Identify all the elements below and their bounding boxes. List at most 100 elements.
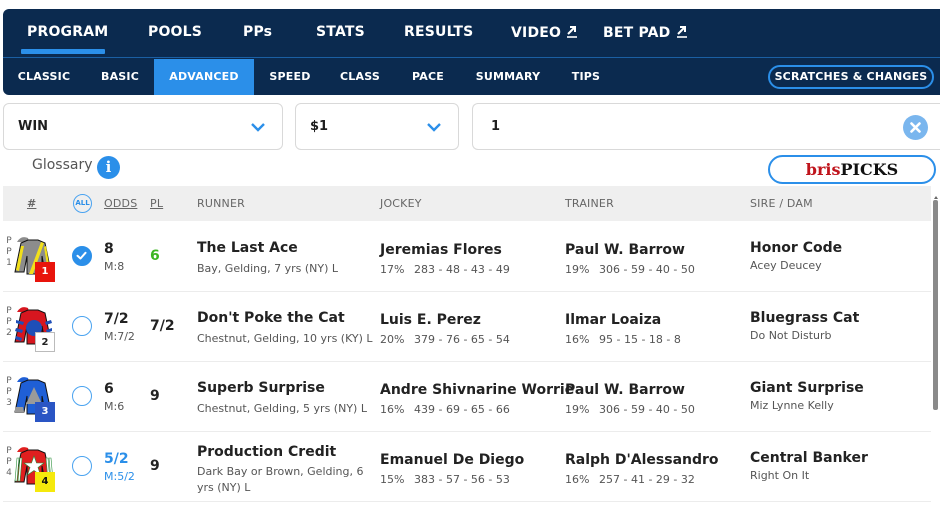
table-header: # ALL ODDS PL RUNNER JOCKEY TRAINER SIRE… xyxy=(3,186,931,221)
subtab-advanced[interactable]: ADVANCED xyxy=(154,59,254,95)
table-row: PP2 2 7/2 M:7/2 7/2 Don't Poke the Cat C… xyxy=(3,292,931,362)
trainer-stats: 16% 95 - 15 - 18 - 8 xyxy=(565,333,681,346)
jockey-record: 379 - 76 - 65 - 54 xyxy=(414,333,510,346)
jockey-name[interactable]: Emanuel De Diego xyxy=(380,452,524,468)
jockey-stats: 15% 383 - 57 - 56 - 53 xyxy=(380,473,510,486)
trainer-win-pct: 16% xyxy=(565,333,590,346)
dam-name: Do Not Disturb xyxy=(750,329,832,342)
trainer-record: 306 - 59 - 40 - 50 xyxy=(599,403,695,416)
trainer-name[interactable]: Paul W. Barrow xyxy=(565,242,685,258)
header-runner: RUNNER xyxy=(197,197,245,210)
selection-input[interactable]: 1 xyxy=(472,103,940,150)
brispicks-bris-text: bris xyxy=(805,160,841,179)
scratches-changes-button[interactable]: SCRATCHES & CHANGES xyxy=(768,65,934,89)
runner-description: Dark Bay or Brown, Gelding, 6 yrs (NY) L xyxy=(197,465,364,494)
active-tab-indicator xyxy=(21,49,105,54)
runner-name[interactable]: The Last Ace xyxy=(197,240,298,256)
scrollbar[interactable] xyxy=(933,200,938,410)
runner-name[interactable]: Production Credit xyxy=(197,444,336,460)
glossary-link[interactable]: Glossary xyxy=(32,157,93,173)
runner-description: Chestnut, Gelding, 10 yrs (KY) L xyxy=(197,332,373,345)
trainer-win-pct: 16% xyxy=(565,473,590,486)
header-jockey: JOCKEY xyxy=(380,197,422,210)
bet-amount-select[interactable]: $1 xyxy=(295,103,459,150)
morning-line-odds: M:5/2 xyxy=(104,470,135,483)
runner-select-radio[interactable] xyxy=(72,246,92,266)
jockey-name[interactable]: Andre Shivnarine Worrie xyxy=(380,382,574,398)
bet-type-value: WIN xyxy=(18,119,49,134)
tab-pps[interactable]: PPs xyxy=(243,24,272,40)
runner-select-radio[interactable] xyxy=(72,316,92,336)
program-number-saddlecloth: 4 xyxy=(35,472,55,492)
trainer-record: 257 - 41 - 29 - 32 xyxy=(599,473,695,486)
morning-line-odds: M:6 xyxy=(104,400,125,413)
program-number-saddlecloth: 2 xyxy=(35,332,55,352)
subtab-basic[interactable]: BASIC xyxy=(90,59,150,95)
subtab-tips[interactable]: TIPS xyxy=(566,59,606,95)
tab-program[interactable]: PROGRAM xyxy=(27,24,108,40)
subtab-speed[interactable]: SPEED xyxy=(261,59,319,95)
tab-results[interactable]: RESULTS xyxy=(404,24,473,40)
checkmark-icon xyxy=(76,251,87,260)
sire-name: Central Banker xyxy=(750,450,868,466)
current-odds: 7/2 xyxy=(104,311,129,327)
subtab-pace[interactable]: PACE xyxy=(403,59,453,95)
table-row: PP3 3 6 M:6 9 Superb Surprise Chestnut, … xyxy=(3,362,931,432)
current-odds: 5/2 xyxy=(104,451,129,467)
subtab-classic[interactable]: CLASSIC xyxy=(9,59,79,95)
header-odds[interactable]: ODDS xyxy=(104,197,137,210)
header-pl[interactable]: PL xyxy=(150,197,163,210)
trainer-win-pct: 19% xyxy=(565,263,590,276)
trainer-name[interactable]: Paul W. Barrow xyxy=(565,382,685,398)
selection-value: 1 xyxy=(491,119,501,134)
header-sire-dam: SIRE / DAM xyxy=(750,197,813,210)
runner-select-radio[interactable] xyxy=(72,456,92,476)
scroll-up-arrow[interactable] xyxy=(934,196,938,199)
trainer-name[interactable]: Ilmar Loaiza xyxy=(565,312,661,328)
runner-description: Chestnut, Gelding, 5 yrs (NY) L xyxy=(197,402,367,415)
sire-name: Honor Code xyxy=(750,240,843,256)
morning-line-odds: M:7/2 xyxy=(104,330,135,343)
external-link-icon xyxy=(565,24,579,38)
clear-selection-button[interactable] xyxy=(903,115,928,140)
jockey-name[interactable]: Luis E. Perez xyxy=(380,312,481,328)
runner-select-radio[interactable] xyxy=(72,386,92,406)
tab-pools[interactable]: POOLS xyxy=(148,24,202,40)
jockey-name[interactable]: Jeremias Flores xyxy=(380,242,502,258)
jockey-win-pct: 16% xyxy=(380,403,405,416)
probable-odds: 9 xyxy=(150,458,160,474)
dam-name: Acey Deucey xyxy=(750,259,822,272)
jockey-win-pct: 17% xyxy=(380,263,405,276)
close-icon xyxy=(910,122,921,133)
bet-amount-value: $1 xyxy=(310,119,329,134)
bet-type-select[interactable]: WIN xyxy=(3,103,283,150)
subtab-summary[interactable]: SUMMARY xyxy=(473,59,543,95)
tab-stats[interactable]: STATS xyxy=(316,24,365,40)
brispicks-button[interactable]: brisPICKS xyxy=(768,155,936,184)
dam-name: Right On It xyxy=(750,469,810,482)
current-odds: 6 xyxy=(104,381,114,397)
tab-video[interactable]: VIDEO xyxy=(511,24,579,41)
secondary-nav: CLASSIC BASIC ADVANCED SPEED CLASS PACE … xyxy=(3,59,940,95)
runner-name[interactable]: Superb Surprise xyxy=(197,380,325,396)
runner-name[interactable]: Don't Poke the Cat xyxy=(197,310,345,326)
external-link-icon xyxy=(675,24,689,38)
program-number-saddlecloth: 3 xyxy=(35,402,55,422)
chevron-down-icon xyxy=(251,123,265,132)
trainer-record: 306 - 59 - 40 - 50 xyxy=(599,263,695,276)
tab-bet-pad[interactable]: BET PAD xyxy=(603,24,689,41)
trainer-win-pct: 19% xyxy=(565,403,590,416)
table-row: PP1 1 8 M:8 6 The Last Ace Bay, Gelding,… xyxy=(3,222,931,292)
header-number[interactable]: # xyxy=(27,197,36,210)
dam-name: Miz Lynne Kelly xyxy=(750,399,834,412)
trainer-stats: 19% 306 - 59 - 40 - 50 xyxy=(565,403,695,416)
info-icon[interactable]: i xyxy=(97,156,120,179)
trainer-stats: 19% 306 - 59 - 40 - 50 xyxy=(565,263,695,276)
current-odds: 8 xyxy=(104,241,114,257)
subtab-class[interactable]: CLASS xyxy=(333,59,387,95)
morning-line-odds: M:8 xyxy=(104,260,125,273)
select-all-button[interactable]: ALL xyxy=(73,194,92,213)
jockey-stats: 17% 283 - 48 - 43 - 49 xyxy=(380,263,510,276)
trainer-name[interactable]: Ralph D'Alessandro xyxy=(565,452,719,468)
program-number-saddlecloth: 1 xyxy=(35,262,55,282)
